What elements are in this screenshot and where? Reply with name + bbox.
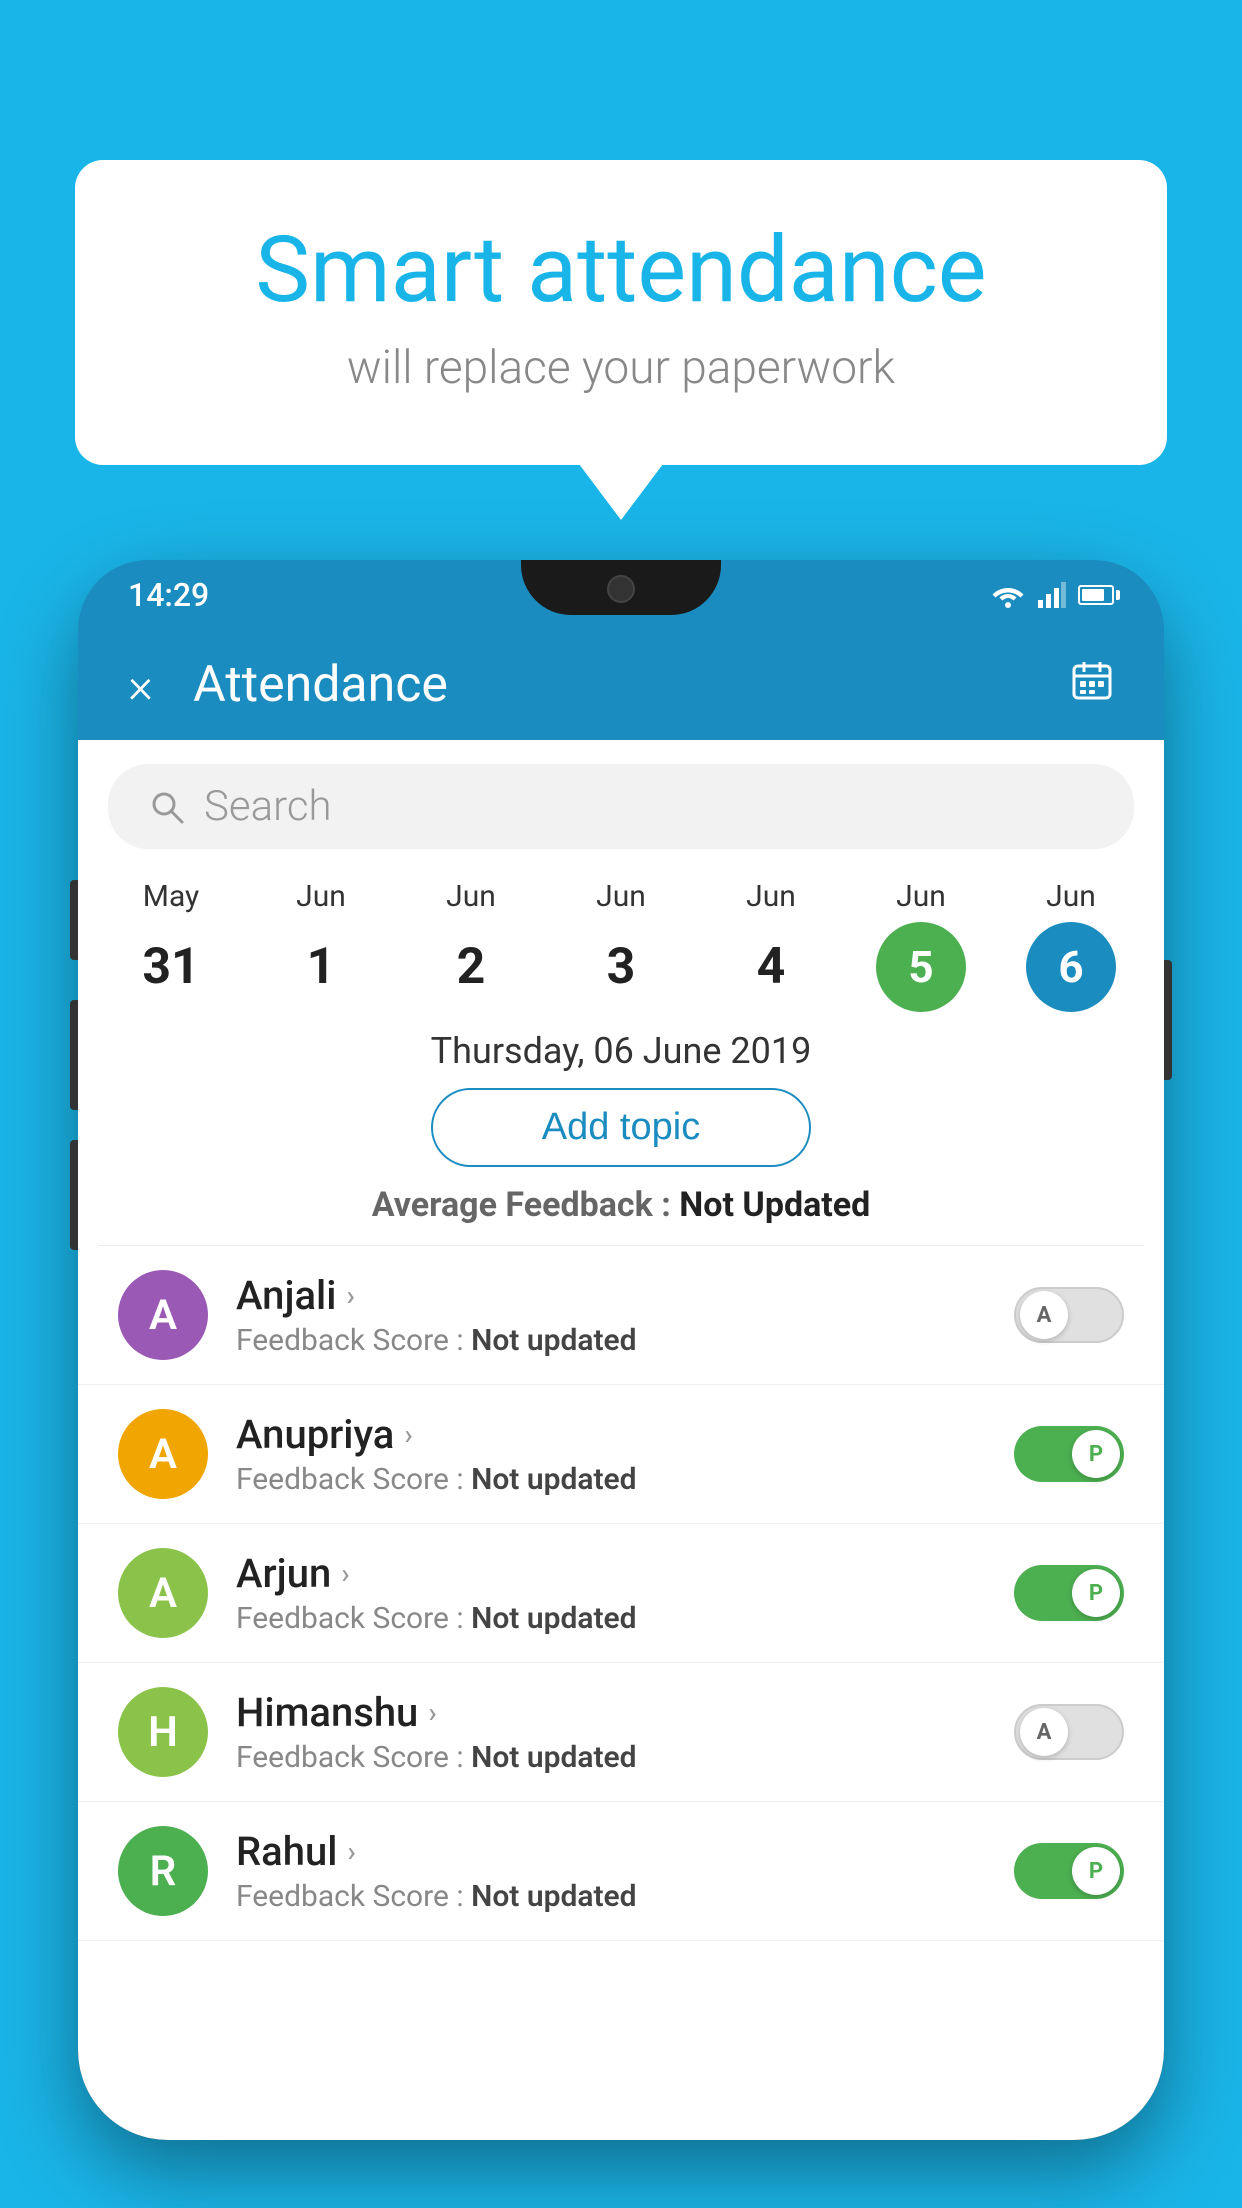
date-month: Jun (446, 879, 496, 914)
student-feedback: Feedback Score : Not updated (236, 1740, 1014, 1775)
avg-feedback-value: Not Updated (679, 1185, 870, 1225)
toggle-knob: P (1072, 1569, 1120, 1617)
toggle-knob: A (1020, 1291, 1068, 1339)
date-number: 5 (876, 922, 966, 1012)
table-row[interactable]: A Arjun › Feedback Score : Not updated P (78, 1524, 1164, 1663)
date-number: 1 (276, 922, 366, 1012)
toggle-knob: A (1020, 1708, 1068, 1756)
wifi-icon (990, 582, 1026, 608)
student-name: Rahul › (236, 1828, 1014, 1875)
date-month: Jun (746, 879, 796, 914)
phone-notch (521, 560, 721, 615)
phone-frame: 14:29 (78, 560, 1164, 2140)
status-time: 14:29 (128, 576, 209, 614)
date-month: Jun (896, 879, 946, 914)
speech-bubble: Smart attendance will replace your paper… (75, 160, 1167, 465)
avatar: A (118, 1409, 208, 1499)
app-header: × Attendance (78, 630, 1164, 740)
chevron-right-icon: › (428, 1696, 436, 1729)
date-month: Jun (596, 879, 646, 914)
date-number: 4 (726, 922, 816, 1012)
header-title: Attendance (193, 656, 1070, 714)
chevron-right-icon: › (404, 1418, 412, 1451)
feedback-value: Not updated (471, 1462, 636, 1497)
phone-camera (607, 575, 635, 603)
avatar: H (118, 1687, 208, 1777)
status-icons (990, 582, 1114, 608)
avatar: A (118, 1548, 208, 1638)
bubble-title: Smart attendance (155, 220, 1087, 321)
search-bar[interactable]: Search (108, 764, 1134, 849)
date-number: 2 (426, 922, 516, 1012)
avatar: R (118, 1826, 208, 1916)
date-strip: May 31 Jun 1 Jun 2 Jun 3 Jun 4 Jun 5 Jun 6 (78, 869, 1164, 1012)
date-cell[interactable]: Jun 5 (848, 879, 994, 1012)
calendar-icon[interactable] (1070, 658, 1114, 713)
feedback-value: Not updated (471, 1879, 636, 1914)
feedback-value: Not updated (471, 1601, 636, 1636)
close-button[interactable]: × (128, 657, 153, 714)
date-month: Jun (1046, 879, 1096, 914)
battery-icon (1078, 585, 1114, 605)
student-name: Arjun › (236, 1550, 1014, 1597)
toggle-knob: P (1072, 1847, 1120, 1895)
speech-bubble-container: Smart attendance will replace your paper… (75, 160, 1167, 465)
table-row[interactable]: H Himanshu › Feedback Score : Not updatedA (78, 1663, 1164, 1802)
phone-screen: Search May 31 Jun 1 Jun 2 Jun 3 Jun 4 Jun 5 Jun 6 Thu… (78, 740, 1164, 2140)
toggle-knob: P (1072, 1430, 1120, 1478)
search-icon (148, 788, 186, 826)
avg-feedback-label: Average Feedback : (372, 1185, 680, 1225)
table-row[interactable]: A Anupriya › Feedback Score : Not updated P (78, 1385, 1164, 1524)
feedback-value: Not updated (471, 1323, 636, 1358)
student-feedback: Feedback Score : Not updated (236, 1601, 1014, 1636)
student-feedback: Feedback Score : Not updated (236, 1323, 1014, 1358)
date-cell[interactable]: Jun 3 (548, 879, 694, 1012)
chevron-right-icon: › (341, 1557, 349, 1590)
phone-wrapper: 14:29 (78, 560, 1164, 2208)
date-number: 6 (1026, 922, 1116, 1012)
student-feedback: Feedback Score : Not updated (236, 1879, 1014, 1914)
chevron-right-icon: › (347, 1835, 355, 1868)
student-name: Anupriya › (236, 1411, 1014, 1458)
date-number: 3 (576, 922, 666, 1012)
date-cell[interactable]: Jun 4 (698, 879, 844, 1012)
chevron-right-icon: › (346, 1279, 354, 1312)
table-row[interactable]: AAnjali ›Feedback Score : Not updatedA (78, 1246, 1164, 1385)
date-cell[interactable]: Jun 1 (248, 879, 394, 1012)
student-name: Anjali › (236, 1272, 1014, 1319)
attendance-toggle[interactable]: A (1014, 1287, 1124, 1343)
student-feedback: Feedback Score : Not updated (236, 1462, 1014, 1497)
bubble-subtitle: will replace your paperwork (155, 341, 1087, 395)
attendance-toggle[interactable]: A (1014, 1704, 1124, 1760)
date-cell[interactable]: Jun 6 (998, 879, 1144, 1012)
date-cell[interactable]: Jun 2 (398, 879, 544, 1012)
search-input[interactable]: Search (204, 782, 332, 831)
attendance-toggle[interactable]: P (1014, 1565, 1124, 1621)
student-name: Himanshu › (236, 1689, 1014, 1736)
date-number: 31 (126, 922, 216, 1012)
avatar: A (118, 1270, 208, 1360)
attendance-toggle[interactable]: P (1014, 1843, 1124, 1899)
selected-date-label: Thursday, 06 June 2019 (78, 1030, 1164, 1072)
feedback-value: Not updated (471, 1740, 636, 1775)
signal-icon (1038, 582, 1066, 608)
student-list: AAnjali ›Feedback Score : Not updatedAAA… (78, 1246, 1164, 1941)
date-cell[interactable]: May 31 (98, 879, 244, 1012)
avg-feedback: Average Feedback : Not Updated (78, 1185, 1164, 1225)
add-topic-button[interactable]: Add topic (431, 1088, 811, 1167)
date-month: Jun (296, 879, 346, 914)
table-row[interactable]: R Rahul › Feedback Score : Not updated P (78, 1802, 1164, 1941)
attendance-toggle[interactable]: P (1014, 1426, 1124, 1482)
date-month: May (143, 879, 199, 914)
